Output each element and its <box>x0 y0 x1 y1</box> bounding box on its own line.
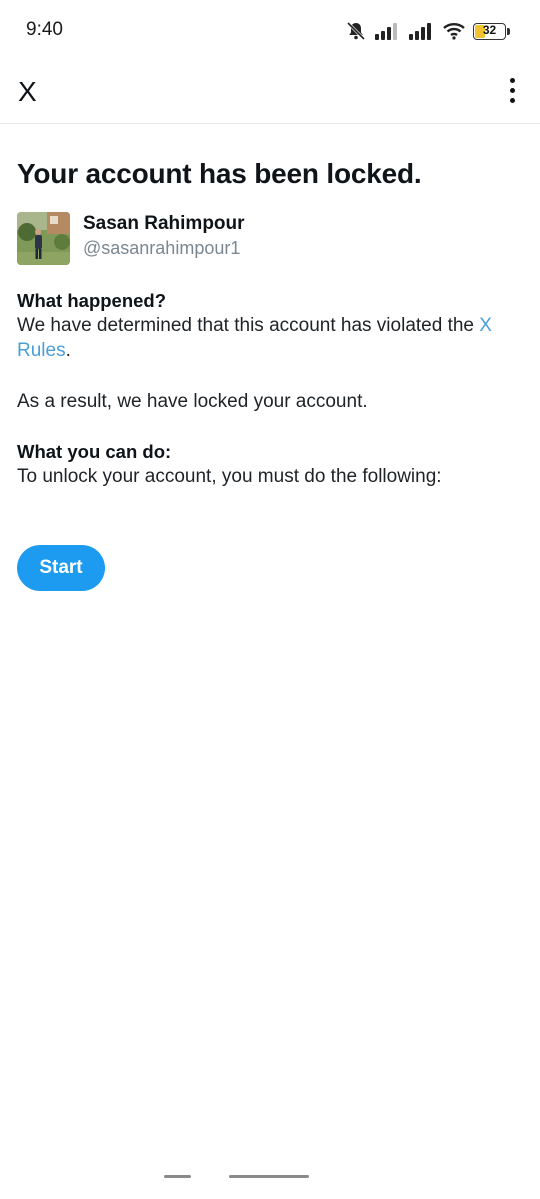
battery-level: 32 <box>482 22 497 37</box>
signal-icon <box>409 22 435 40</box>
nav-home-handle[interactable] <box>229 1175 309 1178</box>
account-card: Sasan Rahimpour @sasanrahimpour1 <box>17 212 523 265</box>
wifi-icon <box>443 22 465 40</box>
page-title: Your account has been locked. <box>17 158 422 189</box>
main-content: Your account has been locked. Sasan Rahi… <box>17 124 523 489</box>
screen: 9:40 32 X Your account has been locked. … <box>0 0 540 1199</box>
status-icons: 32 <box>345 18 510 44</box>
close-button[interactable]: X <box>18 72 48 112</box>
what-happened-heading: What happened? <box>17 290 167 311</box>
result-text: As a result, we have locked your account… <box>17 391 368 412</box>
nav-menu-handle[interactable] <box>164 1175 191 1178</box>
what-you-can-do-text: To unlock your account, you must do the … <box>17 466 442 487</box>
what-happened-text: We have determined that this account has… <box>17 313 523 363</box>
bell-muted-icon <box>345 20 367 42</box>
what-you-can-do-heading: What you can do: <box>17 441 172 462</box>
signal-icon <box>375 22 401 40</box>
more-vertical-icon[interactable] <box>502 72 522 108</box>
violation-text: We have determined that this account has… <box>17 315 480 336</box>
battery-icon: 32 <box>473 22 510 40</box>
status-bar: 9:40 32 <box>0 0 540 62</box>
avatar <box>17 212 70 265</box>
account-name: Sasan Rahimpour <box>83 213 245 234</box>
status-time: 9:40 <box>26 19 63 40</box>
start-button[interactable]: Start <box>17 545 105 591</box>
account-handle: @sasanrahimpour1 <box>83 238 241 258</box>
account-text: Sasan Rahimpour @sasanrahimpour1 <box>83 212 245 260</box>
violation-text-end: . <box>65 340 71 361</box>
app-bar: X <box>0 62 540 124</box>
